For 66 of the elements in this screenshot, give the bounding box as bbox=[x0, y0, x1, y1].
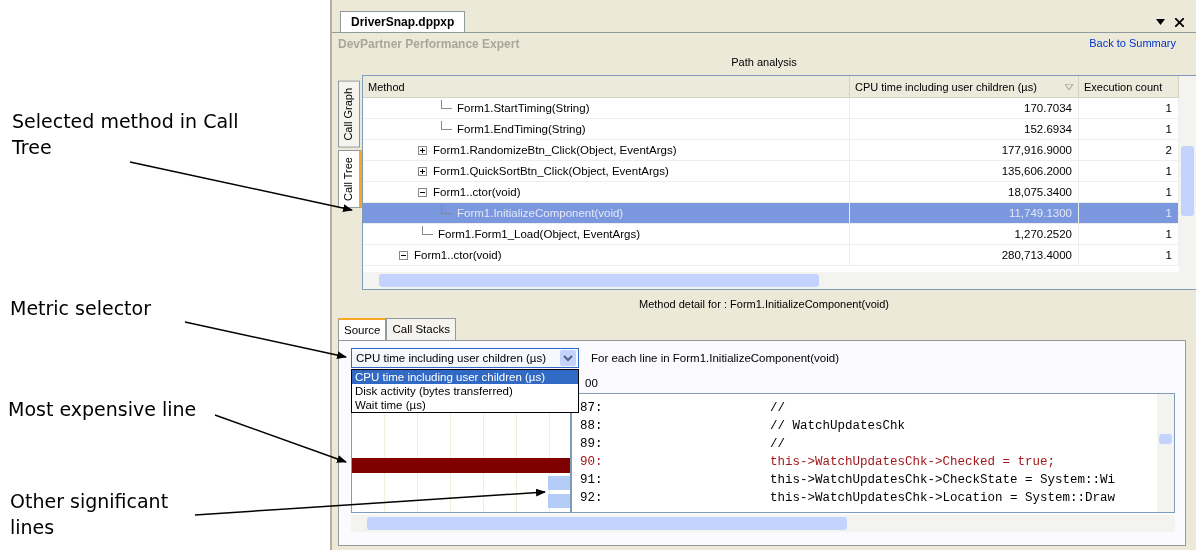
line-number: 88: bbox=[579, 419, 604, 435]
column-header[interactable]: Method bbox=[363, 76, 850, 97]
method-name: Form1.Form1_Load(Object, EventArgs) bbox=[438, 228, 640, 240]
method-name: Form1.RandomizeBtn_Click(Object, EventArgs) bbox=[433, 144, 677, 156]
metric-dropdown[interactable]: CPU time including user children (µs) bbox=[351, 348, 579, 368]
document-tab[interactable]: DriverSnap.dppxp bbox=[340, 11, 466, 32]
dropdown-option[interactable]: Disk activity (bytes transferred) bbox=[352, 384, 578, 398]
dropdown-option[interactable]: CPU time including user children (µs) bbox=[352, 370, 578, 384]
expander-icon[interactable] bbox=[418, 145, 427, 155]
vertical-scrollbar[interactable] bbox=[1179, 76, 1196, 289]
code-line: // WatchUpdatesChk bbox=[770, 419, 906, 435]
table-cell: 135,606.2000 bbox=[850, 161, 1079, 182]
method-name: Form1.EndTiming(String) bbox=[457, 123, 586, 135]
tree-row[interactable]: Form1.EndTiming(String) 152.6934 1 bbox=[363, 119, 1179, 140]
section-title: Path analysis bbox=[730, 55, 798, 70]
code-line: this->WatchUpdatesChk->Location = System::Draw bbox=[770, 491, 1116, 507]
table-cell: 177,916.9000 bbox=[850, 140, 1079, 161]
code-line: // bbox=[770, 401, 785, 417]
expander-icon[interactable] bbox=[399, 250, 408, 260]
table-cell: 152.6934 bbox=[850, 119, 1079, 140]
side-tab[interactable]: Call Tree bbox=[338, 149, 362, 208]
table-cell: 280,713.4000 bbox=[850, 245, 1079, 266]
back-link[interactable]: Back to Summary bbox=[1089, 37, 1176, 53]
callout-label: Other significant lines bbox=[10, 489, 170, 540]
tree-row[interactable]: Form1..ctor(void) 280,713.4000 1 bbox=[363, 245, 1179, 266]
column-header: 00 bbox=[584, 376, 598, 391]
close-icon[interactable] bbox=[1175, 17, 1184, 27]
column-header[interactable]: CPU time including user children (µs) bbox=[850, 76, 1079, 97]
vertical-scrollbar[interactable] bbox=[1157, 394, 1174, 512]
line-number: 92: bbox=[579, 491, 604, 507]
tree-row[interactable]: Form1.RandomizeBtn_Click(Object, EventArgs) 177,916.9000 2 bbox=[363, 140, 1179, 161]
tree-row[interactable]: Form1.Form1_Load(Object, EventArgs) 1,270.2520 1 bbox=[363, 224, 1179, 245]
table-cell: 1,270.2520 bbox=[850, 224, 1079, 245]
expander-icon[interactable] bbox=[418, 187, 427, 197]
line-number: 89: bbox=[579, 437, 604, 453]
table-cell: 170.7034 bbox=[850, 98, 1079, 119]
code-line: this->WatchUpdatesChk->Checked = true; bbox=[770, 455, 1056, 471]
horizontal-scrollbar[interactable] bbox=[351, 515, 1175, 532]
method-name: Form1..ctor(void) bbox=[414, 249, 502, 261]
side-tab[interactable]: Call Graph bbox=[338, 81, 360, 148]
expander-icon[interactable] bbox=[418, 166, 427, 176]
method-name: Form1.StartTiming(String) bbox=[457, 102, 590, 114]
detail-heading: Method detail for : Form1.InitializeComponent(void) bbox=[637, 297, 891, 312]
line-number: 90: bbox=[579, 455, 604, 471]
product-title: DevPartner Performance Expert bbox=[338, 37, 520, 53]
caption-text: For each line in Form1.InitializeComponent(void) bbox=[591, 352, 839, 364]
tree-row[interactable]: Form1.QuickSortBtn_Click(Object, EventArgs) 135,606.2000 1 bbox=[363, 161, 1179, 182]
sort-icon bbox=[1065, 83, 1073, 90]
chevron-icon bbox=[560, 350, 576, 366]
method-name: Form1.InitializeComponent(void) bbox=[457, 207, 624, 219]
method-name: Form1..ctor(void) bbox=[433, 186, 521, 198]
callout-label: Metric selector bbox=[10, 296, 152, 321]
table-cell: 11,749.1300 bbox=[850, 203, 1079, 224]
line-number: 87: bbox=[579, 401, 604, 417]
tab[interactable]: Source bbox=[338, 318, 387, 340]
code-line: this->WatchUpdatesChk->CheckState = System::Wi bbox=[770, 473, 1116, 489]
dropdown-option[interactable]: Wait time (µs) bbox=[352, 398, 578, 412]
callout-label: Most expensive line bbox=[8, 397, 198, 422]
line-number: 91: bbox=[579, 473, 604, 489]
code-line: // bbox=[770, 437, 785, 453]
tab[interactable]: Call Stacks bbox=[386, 318, 456, 340]
dropdown-icon[interactable] bbox=[1156, 19, 1165, 25]
horizontal-scrollbar[interactable] bbox=[363, 272, 1179, 289]
method-name: Form1.QuickSortBtn_Click(Object, EventArgs) bbox=[433, 165, 669, 177]
tree-row[interactable]: Form1.StartTiming(String) 170.7034 1 bbox=[363, 98, 1179, 119]
callout-label: Selected method in Call Tree bbox=[12, 109, 240, 160]
